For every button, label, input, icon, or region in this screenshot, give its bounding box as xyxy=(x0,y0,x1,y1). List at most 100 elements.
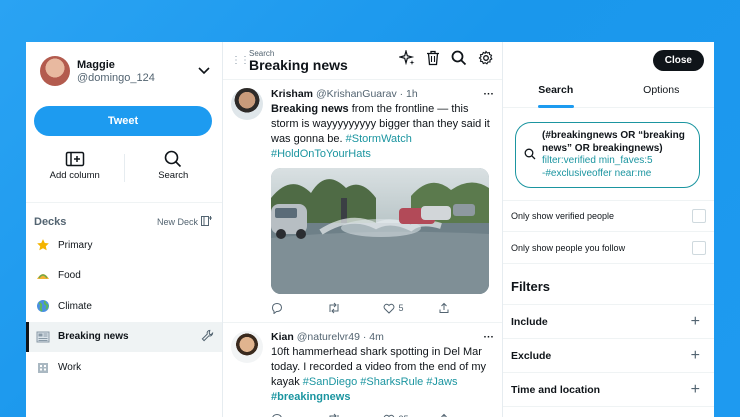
new-deck-icon xyxy=(201,215,212,228)
tweet-text: 10ft hammerhead shark spotting in Del Ma… xyxy=(271,345,494,405)
deck-item-breaking-news[interactable]: Breaking news xyxy=(26,321,222,352)
drag-handle-icon[interactable]: ⋮⋮ xyxy=(231,55,250,66)
tweet-image[interactable] xyxy=(271,168,489,294)
verified-checkbox[interactable] xyxy=(692,209,706,223)
tweet-meta: @KrishanGuarav · 1h xyxy=(316,88,418,100)
retweet-button[interactable] xyxy=(327,302,383,314)
query-value: 5 xyxy=(647,155,653,166)
query-value: verified xyxy=(563,155,599,166)
column-header: ⋮⋮ Search Breaking news xyxy=(223,42,502,80)
option-verified[interactable]: Only show verified people xyxy=(503,200,714,232)
deck-label: Work xyxy=(58,361,82,373)
plus-icon[interactable]: + xyxy=(691,381,700,399)
star-icon xyxy=(36,238,50,252)
tab-options[interactable]: Options xyxy=(609,84,715,107)
reply-button[interactable] xyxy=(271,413,327,417)
option-label: Only show people you follow xyxy=(511,242,626,253)
tweet-button[interactable]: Tweet xyxy=(34,106,212,136)
filter-exclude[interactable]: Exclude + xyxy=(503,339,714,373)
deck-item-food[interactable]: Food xyxy=(26,261,222,292)
avatar[interactable] xyxy=(231,331,263,363)
column-title: Breaking news xyxy=(249,56,348,73)
chevron-down-icon[interactable] xyxy=(198,64,210,78)
query-operator: min_faves: xyxy=(598,155,648,166)
gear-icon[interactable] xyxy=(478,50,494,71)
filter-include[interactable]: Include + xyxy=(503,305,714,339)
close-button[interactable]: Close xyxy=(652,50,704,71)
deck-item-primary[interactable]: Primary xyxy=(26,230,222,261)
deck-label: Climate xyxy=(58,300,92,312)
search-icon[interactable] xyxy=(451,50,467,71)
tweet-card[interactable]: Krisham @KrishanGuarav · 1h ··· Breaking… xyxy=(223,80,502,323)
avatar xyxy=(40,56,70,86)
search-button[interactable]: Search xyxy=(125,148,223,188)
search-query-input[interactable]: (#breakingnews OR “breaking news” OR bre… xyxy=(515,122,700,188)
tweet-text: Breaking news from the frontline — this … xyxy=(271,102,494,162)
more-icon[interactable]: ··· xyxy=(484,331,495,344)
option-following[interactable]: Only show people you follow xyxy=(503,232,714,264)
wrench-icon[interactable] xyxy=(201,329,214,345)
add-column-icon xyxy=(65,148,85,170)
search-query-text: (#breakingnews OR “breaking news” OR bre… xyxy=(542,130,689,180)
tweet-author-name[interactable]: Krisham xyxy=(271,88,313,101)
newspaper-icon xyxy=(36,330,50,344)
tweetdeck-window: Maggie @domingo_124 Tweet Add column Sea… xyxy=(26,42,714,417)
sidebar: Maggie @domingo_124 Tweet Add column Sea… xyxy=(26,42,223,417)
filter-label: Include xyxy=(511,315,548,328)
avatar[interactable] xyxy=(231,88,263,120)
query-value: me xyxy=(637,167,652,179)
globe-icon xyxy=(36,299,50,313)
taco-icon xyxy=(36,269,50,283)
deck-label: Breaking news xyxy=(58,331,129,343)
panel-tabs: Search Options xyxy=(503,84,714,108)
plus-icon[interactable]: + xyxy=(691,313,700,331)
decks-title: Decks xyxy=(34,215,67,228)
option-label: Only show verified people xyxy=(511,211,615,221)
deck-label: Food xyxy=(58,270,81,282)
tweet-card[interactable]: Kian @naturelvr49 · 4m ··· 10ft hammerhe… xyxy=(223,323,502,417)
account-switcher[interactable]: Maggie @domingo_124 xyxy=(26,42,222,96)
query-exclusion: -#exclusiveoffer xyxy=(542,167,615,179)
tweet-actions: 5 xyxy=(271,294,494,322)
tweet-highlight: Breaking news xyxy=(271,103,349,115)
filter-label: Exclude xyxy=(511,349,552,362)
filter-label: Time and location xyxy=(511,383,601,396)
share-button[interactable] xyxy=(438,413,494,417)
share-button[interactable] xyxy=(438,302,494,314)
add-column-label: Add column xyxy=(49,170,100,181)
trash-icon[interactable] xyxy=(426,50,440,71)
deck-list: Primary Food Climate Breaking news Work xyxy=(26,230,222,383)
filter-time-location[interactable]: Time and location + xyxy=(503,373,714,407)
query-operator: near: xyxy=(614,167,638,179)
breaking-news-column: ⋮⋮ Search Breaking news Krisham @Krishan… xyxy=(223,42,503,417)
search-label: Search xyxy=(158,170,189,181)
tweet-hashtag-bold[interactable]: #breakingnews xyxy=(271,391,350,403)
reply-button[interactable] xyxy=(271,302,327,314)
sparkle-icon[interactable] xyxy=(397,48,415,71)
like-count: 5 xyxy=(398,303,404,313)
deck-label: Primary xyxy=(58,239,93,251)
tab-search[interactable]: Search xyxy=(503,84,609,107)
retweet-button[interactable] xyxy=(327,413,383,417)
new-deck-button[interactable]: New Deck xyxy=(156,215,212,228)
tweet-actions: 25 xyxy=(271,405,494,417)
plus-icon[interactable]: + xyxy=(691,347,700,365)
tweet-author-name[interactable]: Kian xyxy=(271,331,294,344)
tweet-hashtags[interactable]: #SanDiego #SharksRule #Jaws xyxy=(303,376,458,388)
account-handle: @domingo_124 xyxy=(77,71,155,84)
following-checkbox[interactable] xyxy=(692,240,706,255)
like-button[interactable]: 5 xyxy=(383,303,439,314)
add-column-button[interactable]: Add column xyxy=(26,148,124,188)
deck-item-work[interactable]: Work xyxy=(26,352,222,383)
like-button[interactable]: 25 xyxy=(383,414,439,417)
deck-item-climate[interactable]: Climate xyxy=(26,291,222,322)
filters-heading: Filters xyxy=(503,264,714,305)
search-icon xyxy=(164,148,182,170)
account-name: Maggie xyxy=(77,58,115,71)
tweet-meta: @naturelvr49 · 4m xyxy=(296,331,384,343)
new-deck-label: New Deck xyxy=(156,216,198,227)
more-icon[interactable]: ··· xyxy=(484,88,495,101)
search-icon xyxy=(524,130,536,180)
query-operator: filter: xyxy=(542,155,564,166)
building-icon xyxy=(36,360,50,374)
